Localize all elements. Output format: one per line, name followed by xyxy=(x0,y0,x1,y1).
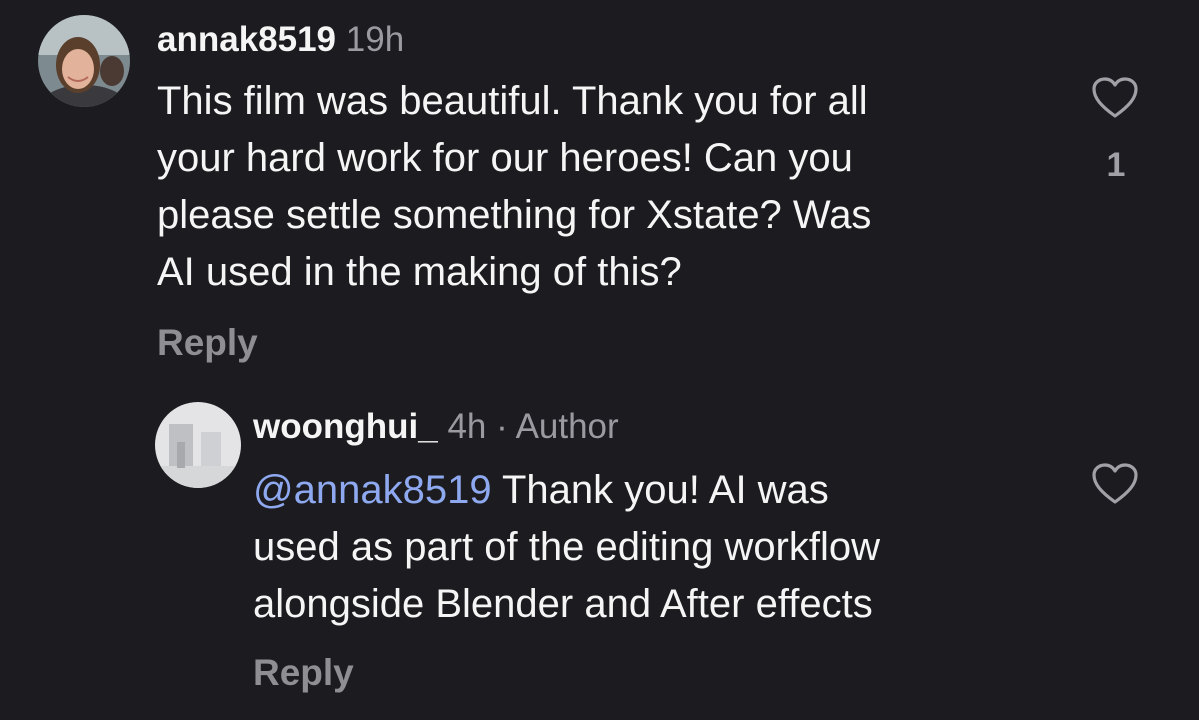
like-button[interactable] xyxy=(1091,76,1139,120)
comment-woonghui: woonghui_ 4h · Author @annak8519 Thank y… xyxy=(0,380,1199,720)
username[interactable]: annak8519 xyxy=(157,20,336,59)
reply-button[interactable]: Reply xyxy=(253,652,354,694)
avatar[interactable] xyxy=(155,402,241,488)
comment-line: @annak8519 Thank you! AI was xyxy=(253,462,880,519)
comment-line: your hard work for our heroes! Can you xyxy=(157,136,853,180)
author-badge: Author xyxy=(515,407,619,446)
like-button[interactable] xyxy=(1091,462,1139,506)
reply-button[interactable]: Reply xyxy=(157,322,258,364)
mention-link[interactable]: @annak8519 xyxy=(253,468,492,512)
heart-icon xyxy=(1092,77,1138,118)
avatar[interactable] xyxy=(38,15,130,107)
comment-annak8519: annak8519 19h This film was beautiful. T… xyxy=(0,0,1199,380)
comment-line: alongside Blender and After effects xyxy=(253,582,873,626)
username[interactable]: woonghui_ xyxy=(253,407,438,446)
timestamp: 19h xyxy=(345,20,405,59)
comment-line: This film was beautiful. Thank you for a… xyxy=(157,79,868,123)
comments-screen: annak8519 19h This film was beautiful. T… xyxy=(0,0,1199,720)
separator: · xyxy=(496,407,508,446)
comment-text: @annak8519 Thank you! AI was used as par… xyxy=(253,462,880,633)
comment-line: AI used in the making of this? xyxy=(157,250,682,294)
comment-line: used as part of the editing workflow xyxy=(253,525,881,569)
comment-text: This film was beautiful. Thank you for a… xyxy=(157,73,871,301)
comment-header: woonghui_ 4h · Author xyxy=(253,407,619,447)
heart-icon xyxy=(1092,463,1138,504)
comment-header: annak8519 19h xyxy=(157,20,404,60)
comment-line: please settle something for Xstate? Was xyxy=(157,193,872,237)
like-count: 1 xyxy=(1106,146,1126,184)
timestamp: 4h xyxy=(447,407,487,446)
comment-line-text: Thank you! AI was xyxy=(491,468,829,512)
